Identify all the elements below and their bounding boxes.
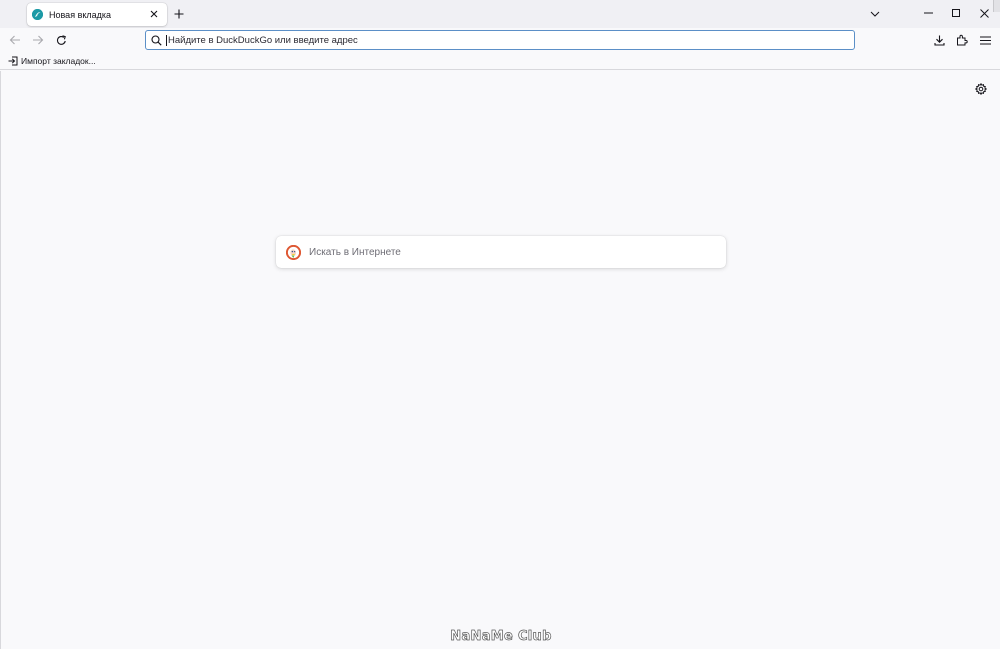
bookmarks-toolbar: Импорт закладок... — [0, 53, 1000, 70]
import-icon — [8, 56, 18, 66]
minimize-window-button[interactable] — [914, 0, 942, 26]
import-bookmarks-label: Импорт закладок... — [21, 56, 96, 66]
download-icon[interactable] — [932, 33, 946, 47]
forward-arrow-icon[interactable] — [31, 33, 45, 47]
extensions-puzzle-icon[interactable] — [955, 33, 969, 47]
tab-title: Новая вкладка — [49, 9, 112, 20]
hamburger-menu-icon[interactable] — [978, 33, 992, 47]
gear-icon[interactable] — [974, 82, 988, 96]
import-bookmarks-button[interactable]: Импорт закладок... — [8, 56, 96, 66]
maximize-window-button[interactable] — [942, 0, 970, 26]
tab-strip: Новая вкладка — [0, 0, 1000, 28]
close-tab-icon[interactable] — [147, 7, 161, 21]
web-search-box[interactable] — [276, 236, 726, 268]
window-edge-scrollbar — [993, 0, 1000, 12]
text-caret — [166, 34, 167, 46]
web-search-input[interactable] — [309, 242, 709, 262]
duckduckgo-icon — [286, 244, 301, 260]
watermark-text: NaNaMe Club — [450, 629, 552, 645]
tab-new-tab[interactable]: Новая вкладка — [27, 3, 167, 26]
navigation-toolbar — [0, 28, 1000, 53]
firefox-icon — [32, 9, 43, 20]
list-all-tabs-chevron-down-icon[interactable] — [868, 7, 882, 21]
back-arrow-icon[interactable] — [8, 33, 22, 47]
new-tab-page: NaNaMe Club — [0, 71, 1000, 649]
address-bar[interactable] — [145, 30, 855, 50]
address-input[interactable] — [168, 32, 768, 48]
new-tab-button[interactable] — [171, 6, 187, 22]
search-icon — [150, 34, 162, 46]
reload-icon[interactable] — [54, 33, 68, 47]
